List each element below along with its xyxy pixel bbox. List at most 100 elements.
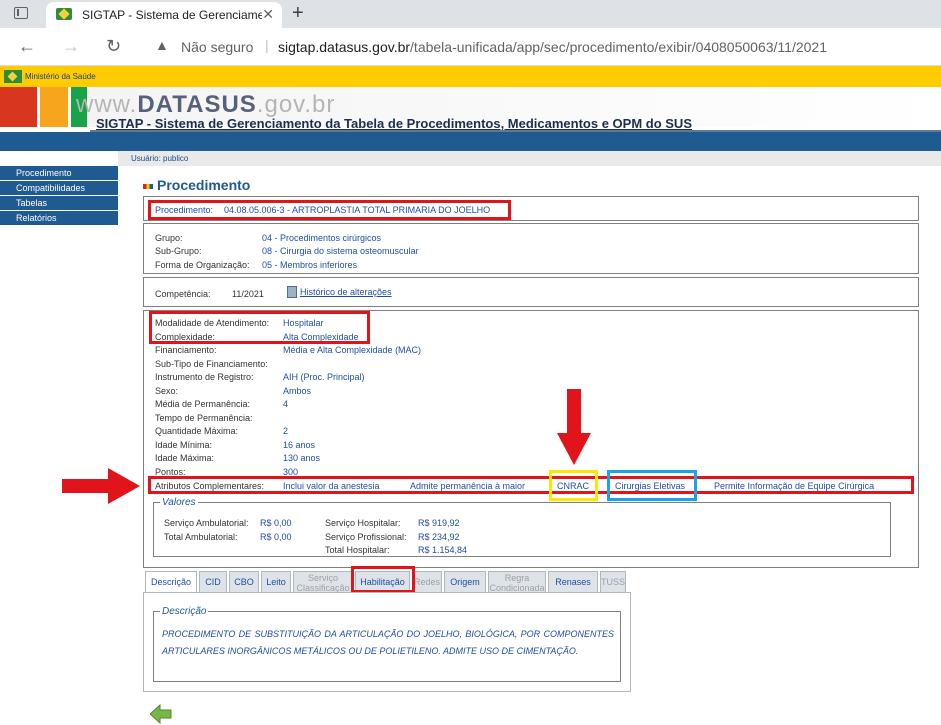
- tab-origem[interactable]: Origem: [444, 571, 486, 593]
- forward-arrow-icon[interactable]: →: [62, 36, 80, 57]
- sidebar: Procedimento Compatibilidades Tabelas Re…: [0, 166, 118, 226]
- favicon-icon: [56, 8, 72, 20]
- system-title[interactable]: SIGTAP - Sistema de Gerenciamento da Tab…: [96, 116, 692, 131]
- sexo-value: Ambos: [283, 386, 312, 396]
- grupo-label: Grupo:: [155, 233, 183, 243]
- gov-bar: Ministério da Saúde: [0, 66, 941, 87]
- close-tab-icon[interactable]: ✕: [262, 6, 274, 23]
- descricao-text: PROCEDIMENTO DE SUBSTITUIÇÃO DA ARTICULA…: [162, 629, 614, 656]
- logo-brand: DATASUS: [137, 91, 257, 118]
- tab-leito[interactable]: Leito: [261, 571, 291, 593]
- highlight-habilitacao: [351, 566, 415, 593]
- sidebar-item-relatorios[interactable]: Relatórios: [0, 211, 118, 226]
- sidebar-item-compatibilidades[interactable]: Compatibilidades: [0, 181, 118, 196]
- warning-icon[interactable]: ▲: [155, 37, 169, 53]
- history-icon[interactable]: [287, 286, 297, 298]
- idade-minima-value: 16 anos: [283, 440, 316, 450]
- total-ambulatorial-label: Total Ambulatorial:: [164, 532, 238, 542]
- descricao-legend: Descrição: [162, 606, 207, 617]
- idade-maxima-label: Idade Máxima:: [155, 453, 215, 463]
- highlight-procedimento: [148, 200, 511, 220]
- forma-label: Forma de Organização:: [155, 260, 250, 270]
- user-bar: Usuário: publico: [118, 151, 941, 166]
- user-label: Usuário:: [131, 154, 161, 163]
- tab-strip-icon[interactable]: [14, 7, 28, 19]
- red-arrow-down-icon: [557, 389, 591, 465]
- url-text[interactable]: sigtap.datasus.gov.br/tabela-unificada/a…: [278, 39, 827, 55]
- highlight-atributos: [148, 476, 914, 494]
- page-title-text: Procedimento: [157, 177, 251, 193]
- sidebar-item-procedimento[interactable]: Procedimento: [0, 166, 118, 181]
- tab-cbo[interactable]: CBO: [229, 571, 259, 593]
- financiamento-value: Média e Alta Complexidade (MAC): [283, 345, 422, 355]
- tab-tuss[interactable]: TUSS: [600, 571, 626, 593]
- browser-toolbar: ← → ↻ ▲ Não seguro | sigtap.datasus.gov.…: [0, 28, 941, 66]
- address-bar[interactable]: ▲ Não seguro | sigtap.datasus.gov.br/tab…: [145, 33, 941, 61]
- browser-tab-strip: SIGTAP - Sistema de Gerenciame ✕ +: [0, 0, 941, 28]
- tempo-label: Tempo de Permanência:: [155, 413, 253, 423]
- security-label[interactable]: Não seguro: [181, 39, 253, 55]
- green-back-arrow-icon[interactable]: [150, 704, 172, 724]
- datasus-logo[interactable]: www.DATASUS.gov.br: [76, 91, 335, 119]
- competencia-value[interactable]: 11/2021: [232, 289, 264, 299]
- instrumento-label: Instrumento de Registro:: [155, 372, 254, 382]
- competencia-box: Competência: 11/2021 Histórico de altera…: [143, 277, 919, 307]
- sidebar-item-tabelas[interactable]: Tabelas: [0, 196, 118, 211]
- tab-cid[interactable]: CID: [199, 571, 227, 593]
- media-label: Média de Permanência:: [155, 399, 251, 409]
- red-arrow-icon: [62, 468, 140, 504]
- logo-prefix: www.: [76, 91, 138, 118]
- competencia-label: Competência:: [155, 289, 211, 299]
- user-value: publico: [163, 154, 189, 163]
- servico-ambulatorial-value: R$ 0,00: [260, 518, 292, 528]
- title-bullet-icon: [143, 183, 153, 189]
- grupo-value: 04 - Procedimentos cirúrgicos: [262, 233, 382, 243]
- banner-orange-block: [40, 87, 68, 127]
- historico-link[interactable]: Histórico de alterações: [300, 287, 392, 297]
- banner-red-block: [0, 87, 37, 127]
- servico-ambulatorial-label: Serviço Ambulatorial:: [164, 518, 249, 528]
- idade-minima-label: Idade Mínima:: [155, 440, 213, 450]
- gov-label[interactable]: Ministério da Saúde: [25, 72, 96, 81]
- url-host: sigtap.datasus.gov.br: [278, 39, 411, 55]
- logo-suffix: .gov.br: [256, 91, 336, 118]
- total-hospitalar-value: R$ 1.154,84: [418, 545, 468, 555]
- back-arrow-icon[interactable]: ←: [18, 36, 36, 57]
- page-title: Procedimento: [143, 177, 250, 193]
- new-tab-button[interactable]: +: [292, 2, 304, 25]
- highlight-cnrac: [549, 470, 598, 501]
- idade-maxima-value: 130 anos: [283, 453, 321, 463]
- grupo-box: Grupo: 04 - Procedimentos cirúrgicos Sub…: [143, 223, 919, 274]
- servico-hospitalar-value: R$ 919,92: [418, 518, 460, 528]
- sexo-label: Sexo:: [155, 386, 179, 396]
- highlight-eletivas: [607, 470, 697, 501]
- tab-descricao[interactable]: Descrição: [145, 571, 197, 593]
- tab-regra-condicionada[interactable]: Regra Condicionada: [488, 571, 546, 593]
- nav-blue-bar: [0, 132, 941, 151]
- total-hospitalar-label: Total Hospitalar:: [325, 545, 390, 555]
- instrumento-value: AIH (Proc. Principal): [283, 372, 365, 382]
- url-path: /tabela-unificada/app/sec/procedimento/e…: [410, 39, 827, 55]
- tab-title: SIGTAP - Sistema de Gerenciame: [82, 8, 262, 22]
- tab-redes[interactable]: Redes: [412, 571, 442, 593]
- browser-tab[interactable]: SIGTAP - Sistema de Gerenciame ✕: [46, 2, 282, 28]
- subgrupo-label: Sub-Grupo:: [155, 246, 202, 256]
- quantidade-value: 2: [283, 426, 289, 436]
- quantidade-label: Quantidade Máxima:: [155, 426, 239, 436]
- servico-profissional-label: Serviço Profissional:: [325, 532, 407, 542]
- omnibox-separator: |: [265, 37, 269, 53]
- reload-icon[interactable]: ↻: [106, 36, 121, 57]
- servico-profissional-value: R$ 234,92: [418, 532, 460, 542]
- tab-renases[interactable]: Renases: [548, 571, 598, 593]
- servico-hospitalar-label: Serviço Hospitalar:: [325, 518, 401, 528]
- financiamento-label: Financiamento:: [155, 345, 217, 355]
- details-box: Modalidade de Atendimento: Hospitalar Co…: [143, 310, 919, 568]
- subgrupo-value: 08 - Cirurgia do sistema osteomuscular: [262, 246, 419, 256]
- site-banner: www.DATASUS.gov.br SIGTAP - Sistema de G…: [0, 87, 941, 132]
- tab-servico-classificacao[interactable]: Serviço Classificação: [293, 571, 353, 593]
- valores-legend: Valores: [162, 497, 196, 508]
- media-value: 4: [283, 399, 289, 409]
- brazil-flag-icon: [4, 70, 22, 83]
- subtipo-label: Sub-Tipo de Financiamento:: [155, 359, 268, 369]
- highlight-modalidade: [149, 311, 370, 344]
